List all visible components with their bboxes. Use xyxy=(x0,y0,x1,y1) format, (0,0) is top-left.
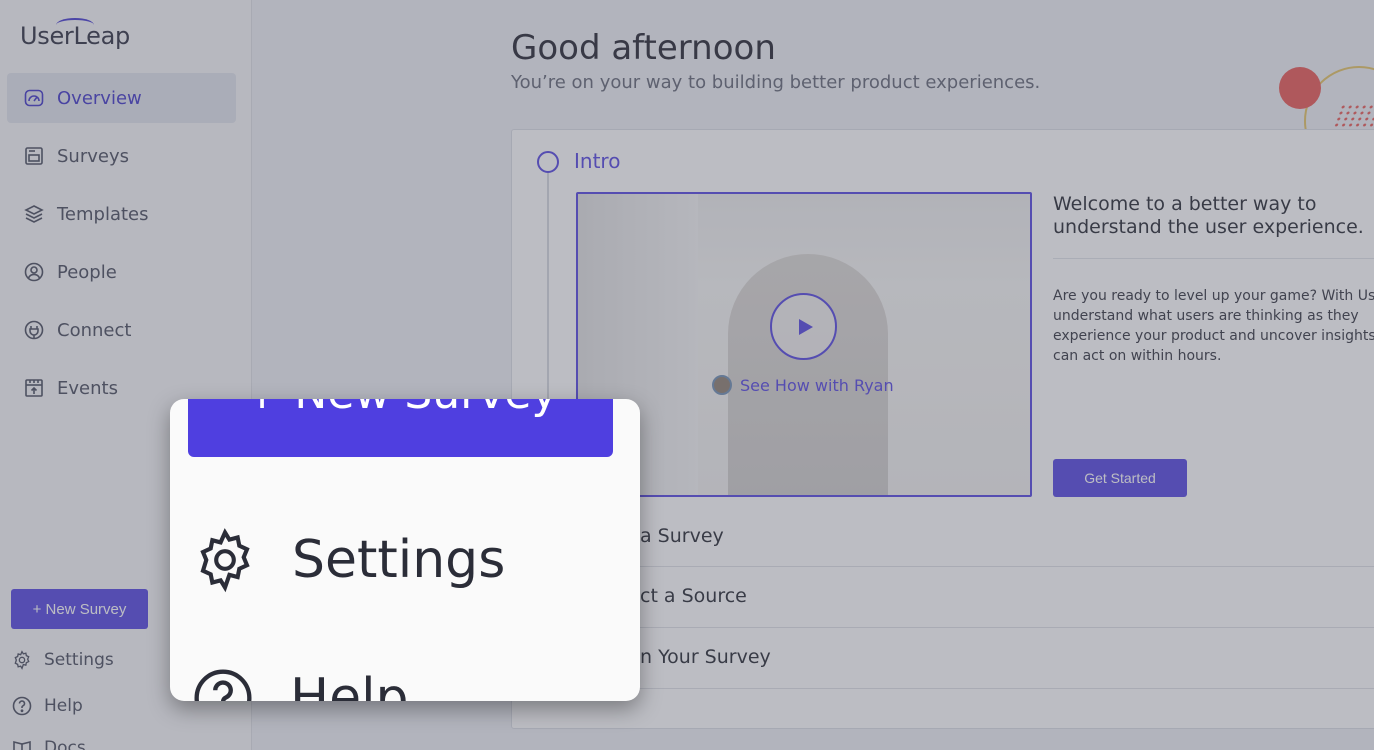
zoom-new-survey-button[interactable]: + New Survey xyxy=(188,399,613,457)
zoom-settings-link[interactable]: Settings xyxy=(192,527,505,593)
zoom-help-link[interactable]: Help xyxy=(192,667,409,701)
gear-icon xyxy=(200,528,250,593)
zoom-magnifier: + New Survey Settings Help xyxy=(170,399,640,701)
help-icon xyxy=(194,669,252,701)
zoom-settings-label: Settings xyxy=(292,530,506,590)
zoom-help-label: Help xyxy=(290,668,409,701)
